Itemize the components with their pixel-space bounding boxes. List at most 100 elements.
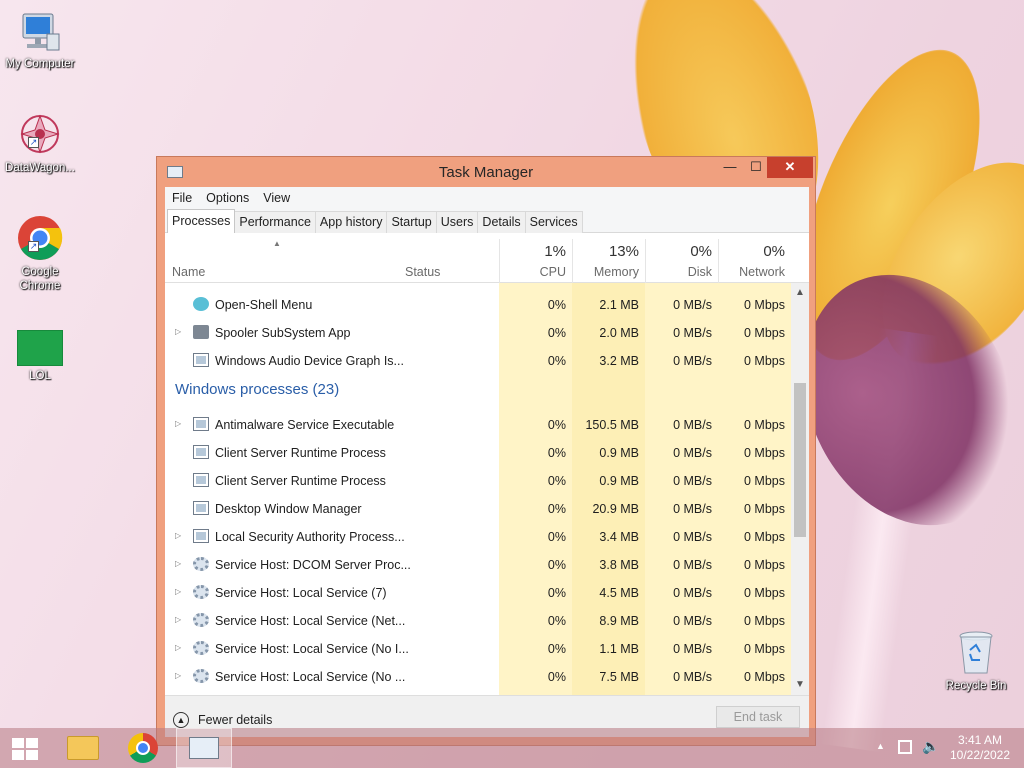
process-network: 0 Mbps [744,614,785,628]
printer-icon [193,325,209,339]
process-disk: 0 MB/s [673,474,712,488]
menu-file[interactable]: File [172,191,192,205]
process-memory: 150.5 MB [585,418,639,432]
taskbar-chrome[interactable] [116,728,172,768]
folder-icon [67,736,99,760]
process-network: 0 Mbps [744,326,785,340]
desktop-icon-my-computer[interactable]: My Computer [0,10,80,71]
tab-processes[interactable]: Processes [167,209,236,233]
column-status[interactable]: Status [397,233,497,283]
process-cpu: 0% [547,642,566,656]
taskbar-file-explorer[interactable] [56,728,112,768]
process-row[interactable]: ▷ Spooler SubSystem App 0% 2.0 MB 0 MB/s 0 Mb… [165,319,791,347]
column-cpu-label: CPU [539,265,566,279]
process-name: Service Host: Local Service (7) [215,586,387,600]
window-icon [193,501,209,515]
fewer-details-label: Fewer details [198,713,273,727]
expand-chevron-icon[interactable]: ▷ [175,327,181,336]
task-manager-icon [189,737,219,759]
process-disk: 0 MB/s [673,670,712,684]
desktop-icon-recycle-bin[interactable]: Recycle Bin [936,630,1016,693]
process-row[interactable]: Client Server Runtime Process 0% 0.9 MB 0 M… [165,467,791,495]
column-cpu[interactable]: 1% CPU [499,233,572,283]
column-header: ▲ Name Status 1% CPU 13% Memory 0% Disk [165,233,809,283]
tab-details[interactable]: Details [477,211,526,233]
tab-services[interactable]: Services [524,211,583,233]
process-row[interactable]: Desktop Window Manager 0% 20.9 MB 0 MB/s 0 M… [165,495,791,523]
process-disk: 0 MB/s [673,326,712,340]
process-disk: 0 MB/s [673,502,712,516]
maximize-button[interactable]: ☐ [743,157,769,178]
end-task-button[interactable]: End task [716,706,800,728]
taskbar-task-manager[interactable] [176,728,232,768]
vertical-scrollbar[interactable]: ▲ ▼ [791,283,809,695]
clock[interactable]: 3:41 AM 10/22/2022 [948,733,1012,763]
process-row[interactable]: ▷ Service Host: Local Service (7) 0% 4.5 MB… [165,579,791,607]
expand-chevron-icon[interactable]: ▷ [175,671,181,680]
column-memory[interactable]: 13% Memory [572,233,645,283]
tab-app-history[interactable]: App history [314,211,388,233]
tab-performance[interactable]: Performance [234,211,316,233]
process-row[interactable]: Windows Audio Device Graph Is... 0% 3.2 MB… [165,347,791,375]
process-disk: 0 MB/s [673,354,712,368]
process-memory: 1.1 MB [599,642,639,656]
process-memory: 4.5 MB [599,586,639,600]
process-row[interactable]: ▷ Local Security Authority Process... 0% 3.… [165,523,791,551]
taskbar: ▲ 🔈 3:41 AM 10/22/2022 [0,728,1024,768]
process-row[interactable]: Open-Shell Menu 0% 2.1 MB 0 MB/s 0 Mbps [165,291,791,319]
start-button[interactable] [0,728,56,768]
desktop-icon-datawagon[interactable]: ↗ DataWagon... [0,110,80,175]
scroll-up-icon[interactable]: ▲ [791,285,809,301]
column-network[interactable]: 0% Network [718,233,791,283]
fewer-details-button[interactable]: ▲ Fewer details [173,712,272,728]
tab-users[interactable]: Users [435,211,479,233]
volume-icon[interactable]: 🔈 [922,738,939,755]
minimize-button[interactable]: — [717,157,743,178]
process-list: Open-Shell Menu 0% 2.1 MB 0 MB/s 0 Mbps ▷ Spoo… [165,283,791,695]
expand-chevron-icon[interactable]: ▷ [175,587,181,596]
clock-date: 10/22/2022 [949,748,1011,762]
process-row[interactable]: ▷ Antimalware Service Executable 0% 150.5 M… [165,411,791,439]
desktop-icon-lol[interactable]: LOL [0,330,80,383]
expand-chevron-icon[interactable]: ▷ [175,531,181,540]
menu-view[interactable]: View [263,191,290,205]
process-memory: 2.1 MB [599,298,639,312]
network-icon[interactable] [898,740,912,754]
process-network: 0 Mbps [744,298,785,312]
recycle-bin-icon [958,630,994,676]
desktop-icon-google-chrome[interactable]: ↗ Google Chrome [0,214,80,293]
menu-options[interactable]: Options [206,191,249,205]
process-name: Desktop Window Manager [215,502,362,516]
gear-icon [193,557,209,571]
expand-chevron-icon[interactable]: ▷ [175,559,181,568]
expand-chevron-icon[interactable]: ▷ [175,643,181,652]
process-cpu: 0% [547,354,566,368]
column-name[interactable]: Name [165,233,395,283]
process-row[interactable]: ▷ Service Host: Local Service (Net... 0% 8.… [165,607,791,635]
title-bar[interactable]: Task Manager — ☐ ✕ [157,157,815,187]
column-disk[interactable]: 0% Disk [645,233,718,283]
expand-chevron-icon[interactable]: ▷ [175,615,181,624]
column-status-label: Status [405,265,441,279]
process-cpu: 0% [547,558,566,572]
process-name: Local Security Authority Process... [215,530,405,544]
window-client-area: File Options View Processes Performance … [165,187,809,737]
process-disk: 0 MB/s [673,418,712,432]
process-row[interactable]: ▷ Service Host: Local Service (No I... 0% 1… [165,635,791,663]
column-disk-label: Disk [687,265,712,279]
scroll-down-icon[interactable]: ▼ [791,677,809,693]
process-disk: 0 MB/s [673,558,712,572]
close-button[interactable]: ✕ [767,157,813,178]
show-hidden-icons-icon[interactable]: ▲ [876,741,885,751]
process-row[interactable]: ▷ Service Host: DCOM Server Proc... 0% 3.8 … [165,551,791,579]
process-cpu: 0% [547,474,566,488]
group-header-windows-processes[interactable]: Windows processes (23) [175,381,339,398]
scrollbar-thumb[interactable] [794,383,806,537]
tab-startup[interactable]: Startup [386,211,437,233]
disk-total: 0% [690,243,712,260]
chrome-icon [128,733,158,763]
expand-chevron-icon[interactable]: ▷ [175,419,181,428]
process-row[interactable]: Client Server Runtime Process 0% 0.9 MB 0 M… [165,439,791,467]
task-manager-window[interactable]: Task Manager — ☐ ✕ File Options View Pro… [156,156,816,746]
process-row[interactable]: ▷ Service Host: Local Service (No ... 0% 7.… [165,663,791,691]
